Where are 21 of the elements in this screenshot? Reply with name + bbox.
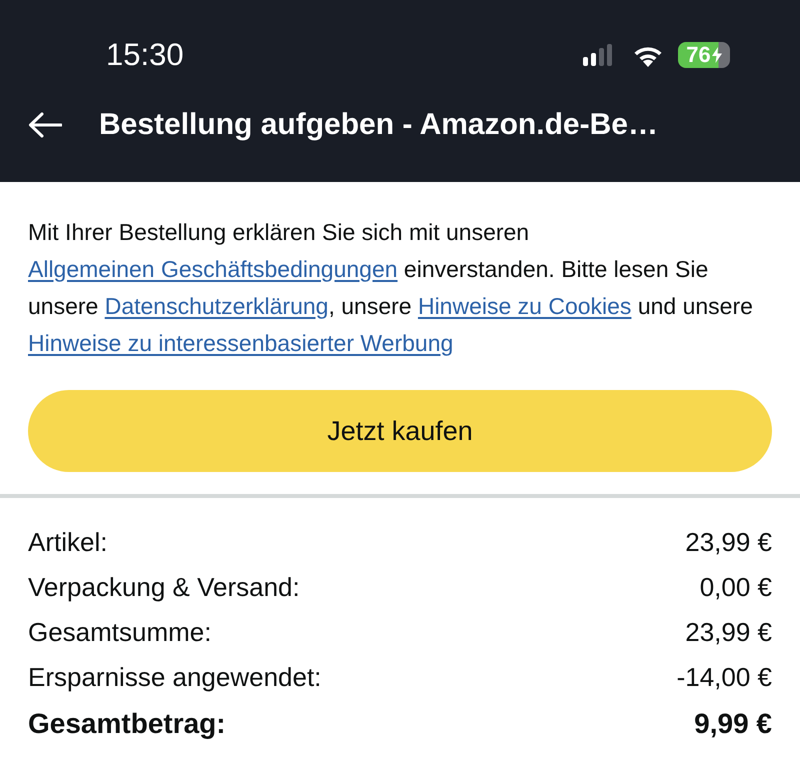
summary-label: Artikel: bbox=[28, 526, 108, 559]
summary-amount: 23,99 € bbox=[685, 526, 772, 559]
summary-amount: 0,00 € bbox=[700, 571, 772, 604]
legal-link[interactable]: Hinweise zu Cookies bbox=[418, 293, 632, 319]
back-arrow-icon[interactable] bbox=[28, 112, 62, 138]
summary-amount: 23,99 € bbox=[685, 616, 772, 649]
buy-now-button[interactable]: Jetzt kaufen bbox=[28, 390, 772, 472]
charging-bolt-icon bbox=[712, 47, 722, 63]
status-time: 15:30 bbox=[106, 37, 184, 73]
summary-amount: -14,00 € bbox=[676, 661, 772, 694]
battery-percent: 76 bbox=[686, 43, 711, 67]
summary-label: Verpackung & Versand: bbox=[28, 571, 300, 604]
summary-label: Gesamtsumme: bbox=[28, 616, 212, 649]
page-title: Bestellung aufgeben - Amazon.de-Be… bbox=[99, 107, 658, 143]
total-amount: 9,99 € bbox=[694, 707, 772, 741]
legal-link[interactable]: Hinweise zu interessenbasierter Werbung bbox=[28, 330, 454, 356]
legal-notice: Mit Ihrer Bestellung erklären Sie sich mit unseren Allgemeinen Geschäftsbedingungen einverstanden. Bitte lesen Sie unsere Datenschutzerklärung, unsere Hinweise zu Cookies und unsere Hinweise zu interessenbasierter Werbung bbox=[28, 218, 754, 358]
legal-link[interactable]: Allgemeinen Geschäftsbedingungen bbox=[28, 256, 398, 282]
total-label: Gesamtbetrag: bbox=[28, 707, 226, 741]
summary-label: Ersparnisse angewendet: bbox=[28, 661, 322, 694]
legal-link[interactable]: Datenschutzerklärung bbox=[104, 293, 328, 319]
